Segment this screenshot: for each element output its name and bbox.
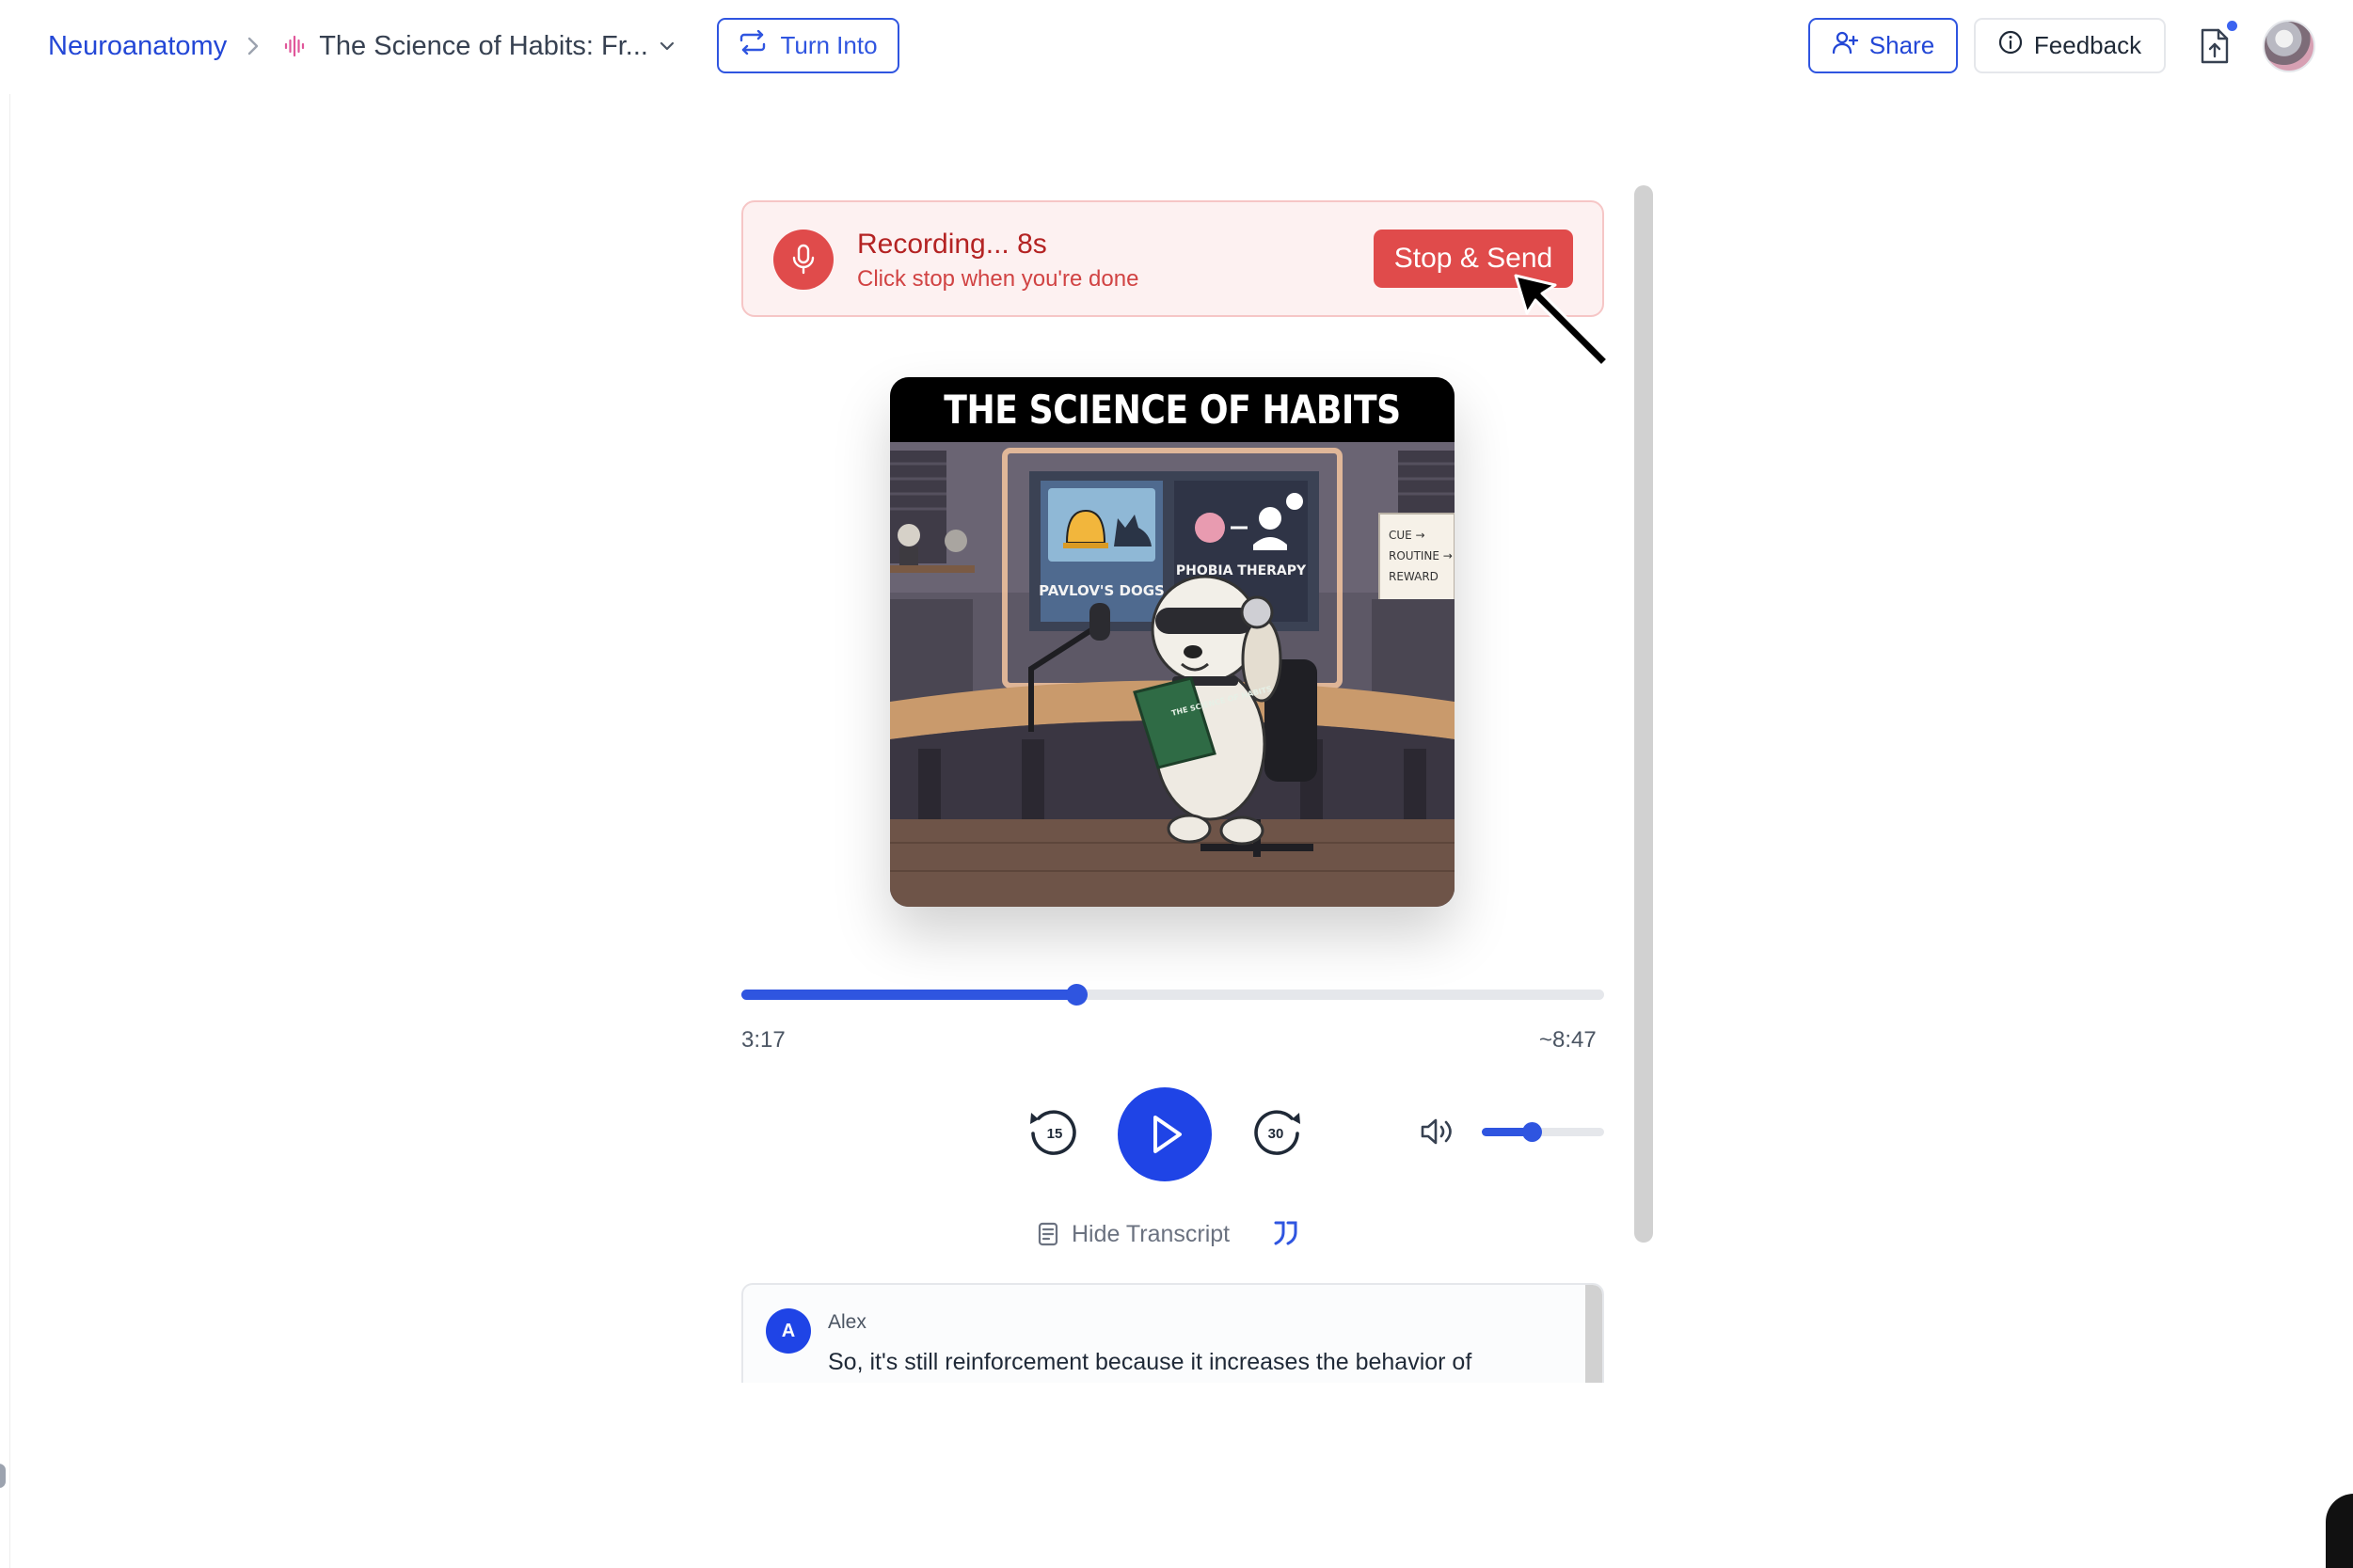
breadcrumb-current-title[interactable]: The Science of Habits: Fr... [319, 31, 648, 62]
cover-panel-left-text: PAVLOV'S DOGS [1039, 582, 1165, 599]
cover-sign-line-2: ROUTINE → [1389, 549, 1453, 562]
playback-progress-slider[interactable] [741, 984, 1604, 1006]
microphone-icon [773, 230, 834, 290]
turn-into-label: Turn Into [780, 31, 878, 59]
cover-sign-line-3: REWARD [1389, 570, 1439, 583]
audio-waveform-icon [283, 35, 306, 57]
hide-transcript-button[interactable]: Hide Transcript [1038, 1217, 1230, 1251]
skip-back-seconds: 15 [1047, 1126, 1063, 1142]
cover-sign-line-1: CUE → [1389, 529, 1425, 542]
recording-banner: Recording... 8s Click stop when you're d… [741, 200, 1604, 317]
quote-icon[interactable] [1272, 1219, 1300, 1247]
recording-status: Recording... 8s [857, 229, 1047, 260]
current-time: 3:17 [741, 1027, 786, 1053]
breadcrumb: Neuroanatomy The Science of Habits: Fr..… [48, 21, 676, 71]
main-scrollbar[interactable] [1634, 185, 1653, 1243]
hide-transcript-label: Hide Transcript [1072, 1220, 1231, 1247]
progress-fill [741, 990, 1076, 1000]
transcript-panel: A Alex So, it's still reinforcement beca… [741, 1283, 1604, 1383]
play-button[interactable] [1118, 1087, 1212, 1181]
cover-title: THE SCIENCE OF HABITS [930, 377, 1415, 442]
podcast-cover-art: PAVLOV'S DOGS PHOBIA THERAPY CUE → ROUTI… [890, 377, 1455, 907]
add-user-icon [1832, 30, 1858, 61]
sidebar-handle[interactable] [0, 1464, 6, 1488]
breadcrumb-neuroanatomy-link[interactable]: Neuroanatomy [48, 31, 227, 62]
avatar[interactable] [2263, 20, 2315, 72]
chevron-down-icon[interactable] [658, 37, 676, 55]
cover-illustration: PAVLOV'S DOGS PHOBIA THERAPY CUE → ROUTI… [890, 442, 1455, 907]
feedback-label: Feedback [2033, 31, 2142, 59]
notification-dot [2225, 19, 2239, 33]
window-corner [2326, 1494, 2353, 1568]
speaker-name: Alex [828, 1311, 866, 1333]
volume-thumb[interactable] [1522, 1122, 1543, 1142]
progress-thumb[interactable] [1065, 984, 1088, 1006]
speaker-avatar: A [766, 1308, 811, 1354]
transcript-line: So, it's still reinforcement because it … [828, 1349, 1472, 1375]
skip-forward-seconds: 30 [1268, 1126, 1284, 1142]
share-button[interactable]: Share [1808, 18, 1958, 73]
mouse-cursor-icon [1514, 274, 1610, 368]
turn-into-button[interactable]: Turn Into [717, 18, 899, 73]
top-bar: Neuroanatomy The Science of Habits: Fr..… [0, 0, 2353, 94]
cover-title-bar: THE SCIENCE OF HABITS [890, 377, 1455, 442]
document-icon [1038, 1222, 1058, 1246]
repeat-icon [739, 29, 767, 61]
transcript-scrollbar[interactable] [1585, 1285, 1602, 1383]
skip-back-15-icon[interactable]: 15 [1025, 1103, 1082, 1160]
play-icon [1153, 1116, 1182, 1153]
skip-forward-30-icon[interactable]: 30 [1248, 1103, 1305, 1160]
left-divider [9, 94, 10, 1568]
chevron-right-icon [246, 35, 261, 57]
total-time: ~8:47 [1539, 1027, 1597, 1053]
share-label: Share [1868, 31, 1935, 59]
feedback-button[interactable]: Feedback [1974, 18, 2166, 73]
volume-icon[interactable] [1419, 1116, 1455, 1148]
volume-slider[interactable] [1482, 1122, 1604, 1142]
info-icon [1998, 30, 2023, 61]
recording-hint: Click stop when you're done [857, 266, 1139, 292]
